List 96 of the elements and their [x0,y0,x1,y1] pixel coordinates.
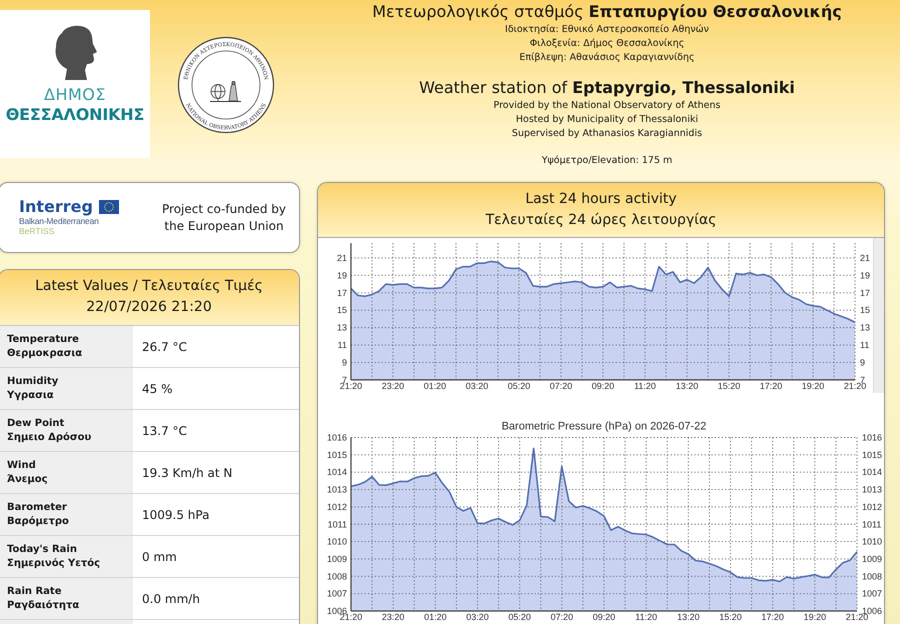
y-axis-label: 1015 [862,450,882,460]
y-axis-label: 1008 [326,571,347,582]
label-text: Wind [7,458,37,472]
x-axis-label: 03:20 [466,612,489,622]
station-title: Weather station of Eptapyrgio, Thessaloniki [419,77,795,99]
y-axis-label: 1008 [862,571,882,582]
label-text: Temperature [7,332,80,346]
y-axis-label: 1007 [862,588,882,599]
y-axis-label: 13 [860,322,870,333]
x-axis-label: 19:20 [804,612,826,622]
statue-globe-drawing [210,81,242,102]
y-axis-label: 21 [336,252,347,263]
y-axis-label: 9 [342,357,347,368]
logo-text: ΘΕΣΣΑΛΟΝΙΚΗΣ [6,106,144,124]
card-title: Latest Values / Τελευταίες Τιμές [34,277,264,296]
label-text: Υγρασια [7,388,55,402]
y-axis-label: 17 [860,288,870,298]
y-axis-label: 1011 [862,519,882,530]
x-axis-label: 07:20 [550,612,574,622]
card-timestamp: 22/07/2026 21:20 [85,298,213,317]
x-axis-label: 17:20 [761,612,784,622]
scrollbar-track[interactable] [873,238,884,393]
label-text: Today's Rain [7,542,78,556]
y-axis-label: 1012 [326,502,347,512]
x-axis-label: 13:20 [677,612,700,622]
panel-title: Last 24 hours activity [524,190,678,209]
station-info-line: Επίβλεψη: Αθανάσιος Καραγιαννίδης [519,51,695,65]
y-axis-label: 1016 [326,432,347,442]
y-axis-label: 1009 [862,554,882,564]
label-text: Dew Point [7,416,66,430]
label-text: Άνεμος [7,472,49,486]
station-info-line: Hosted by Municipality of Thessaloniki [516,113,698,127]
x-axis-label: 03:20 [466,380,488,391]
eu-flag-icon [98,200,119,214]
y-axis-label: 11 [338,340,347,350]
x-axis-label: 09:20 [592,612,616,622]
x-axis-label: 11:20 [635,612,658,622]
y-axis-label: 1013 [326,484,347,495]
label-text: Βαρόμετρο [7,514,70,528]
y-axis-label: 1014 [862,467,882,478]
y-axis-label: 21 [860,252,870,263]
y-axis-label: 1011 [328,519,347,530]
x-axis-label: 21:20 [340,380,362,391]
y-axis-label: 1013 [862,484,882,495]
x-axis-label: 15:20 [718,380,740,391]
station-title: Μετεωρολογικός σταθμός Επταπυργίου Θεσσαλονικής [372,1,842,23]
y-axis-label: 1010 [862,536,882,547]
y-axis-label: 19 [860,270,870,280]
y-axis-label: 11 [860,340,870,350]
x-axis-label: 05:20 [508,380,530,391]
label-text: Σημερινός Υετός [7,556,102,570]
y-axis-label: 17 [336,288,347,298]
y-axis-label: 1015 [326,450,347,460]
x-axis-label: 15:20 [719,612,742,622]
x-axis-label: 23:20 [382,380,404,391]
logo-subtitle: Balkan-Mediterranean [19,216,100,226]
y-axis-label: 1012 [862,502,882,512]
x-axis-label: 11:20 [634,380,656,391]
label-text: Barometer [7,500,68,514]
x-axis-label: 21:20 [846,612,868,622]
x-axis-label: 23:20 [382,612,404,622]
x-axis-label: 17:20 [760,380,782,391]
station-info-line: Supervised by Athanasios Karagiannidis [512,127,702,141]
station-info-line: Ιδιοκτησία: Εθνικό Αστεροσκοπείο Αθηνών [505,23,709,37]
y-axis-label: 1007 [326,588,347,599]
elevation-text: Υψόμετρο/Elevation: 175 m [542,154,672,168]
chart-title: Barometric Pressure (hPa) on 2026-07-22 [502,420,706,432]
label-text: Ραγδαιότητα [7,598,80,612]
x-axis-label: 07:20 [550,380,572,391]
x-axis-label: 21:20 [844,380,866,391]
y-axis-label: 13 [336,322,347,333]
x-axis-label: 13:20 [676,380,698,391]
project-name: BeRTISS [19,226,56,237]
y-axis-label: 1014 [326,467,347,478]
y-axis-label: 1010 [326,536,347,547]
x-axis-label: 19:20 [802,380,824,391]
label-text: Σημειο Δρόσου [7,430,92,444]
funding-text: Project co-funded by the European Union [161,200,287,234]
logo-wordmark: Interreg [19,198,93,216]
y-axis-label: 1016 [862,432,882,442]
x-axis-label: 01:20 [424,380,446,391]
logo-text: ΔΗΜΟΣ [44,86,106,104]
label-text: Θερμοκρασια [7,346,84,360]
label-text: Rain Rate [7,584,62,598]
panel-title: Τελευταίες 24 ώρες λειτουργίας [484,211,718,230]
label-text: Humidity [7,374,60,388]
x-axis-label: 09:20 [592,380,614,391]
station-info-line: Φιλοξενία: Δήμος Θεσσαλονίκης [530,37,684,51]
x-axis-label: 05:20 [508,612,531,622]
y-axis-label: 1009 [326,554,347,564]
y-axis-label: 15 [336,305,347,316]
y-axis-label: 9 [860,357,866,368]
station-info-line: Provided by the National Observatory of Athens [494,99,720,113]
y-axis-label: 15 [860,305,870,316]
x-axis-label: 01:20 [424,612,447,622]
y-axis-label: 19 [336,270,347,280]
